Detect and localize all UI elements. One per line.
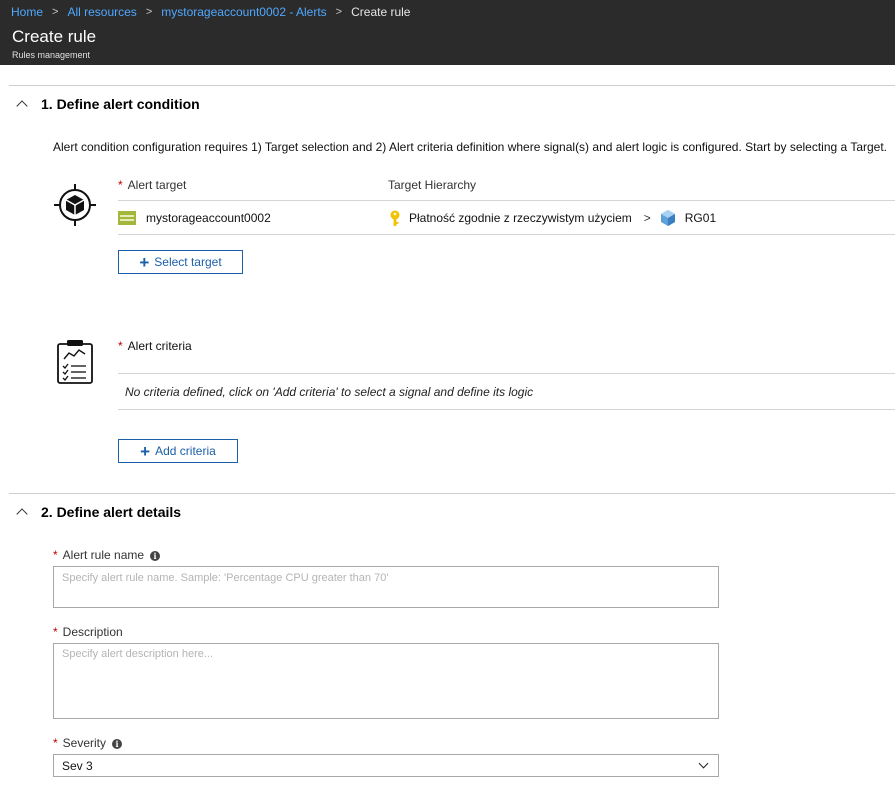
- resource-group-name: RG01: [684, 211, 717, 225]
- required-marker: *: [53, 548, 58, 562]
- section-title: 2. Define alert details: [41, 504, 182, 520]
- select-target-button[interactable]: + Select target: [118, 250, 243, 274]
- table-divider: [118, 409, 895, 410]
- severity-selected-value: Sev 3: [62, 758, 93, 773]
- page-title: Create rule: [12, 27, 97, 46]
- section-divider: [9, 493, 895, 494]
- severity-dropdown[interactable]: Sev 3: [53, 754, 719, 777]
- resource-group-cube-icon: [660, 210, 675, 226]
- breadcrumb-all-resources[interactable]: All resources: [67, 5, 136, 19]
- breadcrumb-separator-icon: >: [145, 6, 153, 18]
- key-icon: [390, 210, 400, 226]
- description-textarea[interactable]: [53, 643, 719, 719]
- subscription-name: Płatność zgodnie z rzeczywistym użyciem: [409, 211, 632, 225]
- info-icon[interactable]: i: [150, 550, 161, 561]
- target-resource-cell[interactable]: mystorageaccount0002: [118, 209, 271, 227]
- breadcrumb-separator-icon: >: [335, 6, 343, 18]
- breadcrumb-separator-icon: >: [52, 6, 59, 18]
- page-subtitle: Rules management: [12, 50, 91, 60]
- crosshair-cube-icon: [54, 184, 96, 226]
- chevron-down-icon: [698, 758, 709, 769]
- chevron-up-icon: [16, 100, 28, 112]
- alert-target-label: * Alert target: [118, 178, 187, 192]
- section-define-details-header[interactable]: 2. Define alert details: [16, 504, 182, 520]
- chevron-right-icon: >: [643, 211, 651, 225]
- required-marker: *: [53, 736, 58, 750]
- alert-rule-name-label: * Alert rule name i: [53, 548, 161, 562]
- clipboard-checklist-icon: [57, 340, 93, 384]
- storage-account-icon: [118, 211, 136, 225]
- table-divider: [118, 200, 895, 201]
- target-hierarchy-label: Target Hierarchy: [388, 178, 477, 192]
- breadcrumb-current: Create rule: [351, 5, 411, 19]
- alert-criteria-label: * Alert criteria: [118, 339, 192, 353]
- description-label: * Description: [53, 625, 123, 639]
- plus-icon: +: [140, 441, 151, 461]
- section-divider: [9, 85, 895, 86]
- breadcrumb-alerts[interactable]: mystorageaccount0002 - Alerts: [161, 5, 326, 19]
- table-divider: [118, 234, 895, 235]
- info-icon[interactable]: i: [112, 738, 123, 749]
- table-divider: [118, 373, 895, 374]
- plus-icon: +: [139, 252, 150, 272]
- alert-rule-name-input[interactable]: [53, 566, 719, 608]
- required-marker: *: [118, 339, 123, 353]
- chevron-up-icon: [16, 508, 28, 520]
- add-criteria-button[interactable]: + Add criteria: [118, 439, 238, 463]
- condition-description: Alert condition configuration requires 1…: [53, 140, 887, 154]
- breadcrumb-home[interactable]: Home: [11, 5, 43, 19]
- blade-header: Home > All resources > mystorageaccount0…: [0, 0, 895, 65]
- target-hierarchy-path: Płatność zgodnie z rzeczywistym użyciem …: [388, 209, 716, 227]
- required-marker: *: [53, 625, 58, 639]
- required-marker: *: [118, 178, 123, 192]
- severity-label: * Severity i: [53, 736, 123, 750]
- target-resource-name: mystorageaccount0002: [146, 211, 271, 225]
- breadcrumb: Home > All resources > mystorageaccount0…: [11, 5, 410, 19]
- no-criteria-message: No criteria defined, click on 'Add crite…: [125, 385, 534, 399]
- section-title: 1. Define alert condition: [41, 96, 200, 112]
- section-define-condition-header[interactable]: 1. Define alert condition: [16, 96, 200, 112]
